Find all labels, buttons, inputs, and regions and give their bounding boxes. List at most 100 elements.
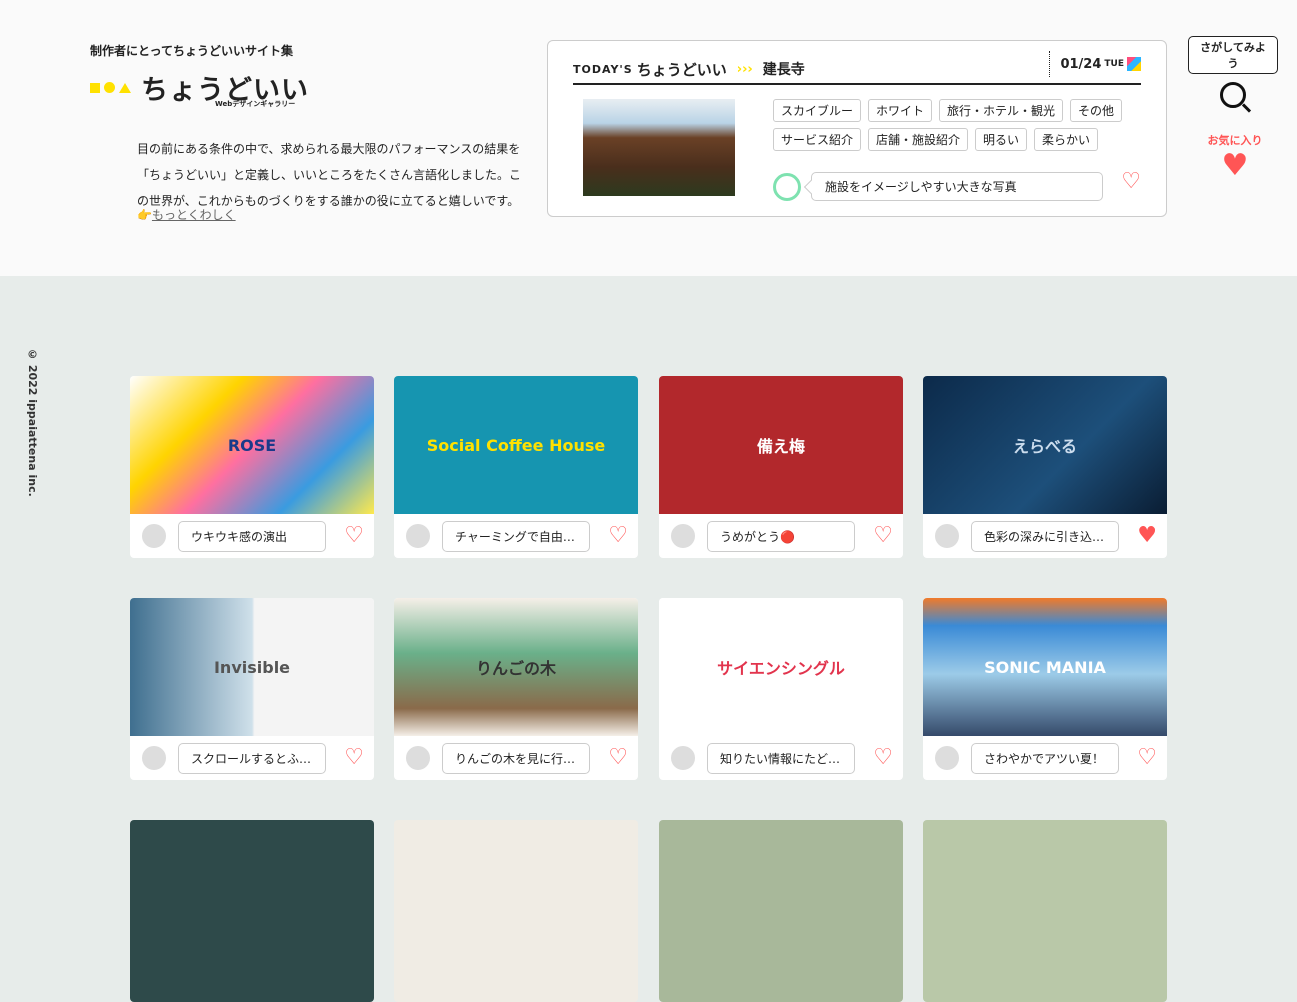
favorites-button[interactable]: お気に入り ♥ [1200,132,1270,184]
site-card[interactable] [394,820,638,1002]
avatar [140,522,168,550]
square-shape-icon [90,82,100,93]
thumbnail-text: サイエンシングル [717,659,845,678]
site-card[interactable]: サイエンシングル 知りたい情報にたどり着ける ♡ [659,598,903,780]
avatar [933,522,961,550]
site-card[interactable]: Social Coffee House チャーミングで自由な雰囲気 ♡ [394,376,638,558]
card-footer: りんごの木を見に行きたくなる ♡ [394,736,638,780]
site-thumbnail[interactable]: Social Coffee House [394,376,638,514]
site-tagline: 制作者にとってちょうどいいサイト集 [90,44,294,58]
heart-outline-icon[interactable]: ♡ [873,747,893,769]
thumbnail-text: えらべる [1012,437,1077,456]
site-card[interactable]: SONIC MANIA さわやかでアツい夏！ ♡ [923,598,1167,780]
tag[interactable]: スカイブルー [773,99,862,122]
card-footer: さわやかでアツい夏！ ♡ [923,736,1167,780]
todays-pick-header: TODAY'S ちょうどいい ››› 建長寺 01/24 TUE [573,51,1141,85]
triangle-shape-icon [119,82,131,93]
avatar [933,744,961,772]
thumbnail-text: 備え梅 [756,437,805,456]
comment-bubble: 色彩の深みに引き込まれる [971,520,1119,552]
thumbnail-text: りんごの木 [475,659,556,678]
comment-bubble: 知りたい情報にたどり着ける [707,742,855,774]
cube-icon [1127,57,1141,71]
site-thumbnail[interactable]: りんごの木 [394,598,638,736]
weekday: TUE [1104,59,1124,69]
heart-filled-icon[interactable]: ♥ [1137,525,1157,547]
comment-bubble: ウキウキ感の演出 [178,520,326,552]
site-card[interactable]: Invisible スクロールするとふわっと ♡ [130,598,374,780]
comment-bubble: スクロールするとふわっと [178,742,326,774]
today-date: 01/24 TUE [1049,51,1141,77]
card-footer: 色彩の深みに引き込まれる ♥ [923,514,1167,558]
arrows-icon: ››› [736,61,753,77]
card-footer: ウキウキ感の演出 ♡ [130,514,374,558]
site-card[interactable]: りんごの木 りんごの木を見に行きたくなる ♡ [394,598,638,780]
today-title: ちょうどいい [636,60,727,79]
todays-pick-card[interactable]: TODAY'S ちょうどいい ››› 建長寺 01/24 TUE スカイブルー ホワ… [547,40,1167,217]
more-link[interactable]: もっとくわしく [152,208,236,222]
tag[interactable]: 店舗・施設紹介 [868,128,969,151]
heart-outline-icon[interactable]: ♡ [608,747,628,769]
more-link-row: 👉もっとくわしく [137,206,236,223]
logo-subtitle: Webデザインギャラリー [215,100,296,108]
thumbnail-text: Invisible [213,657,291,677]
tag-list: スカイブルー ホワイト 旅行・ホテル・観光 その他サービス紹介 店舗・施設紹介 明るい 柔ら… [773,99,1133,151]
avatar [773,172,801,201]
heart-filled-icon: ♥ [1221,148,1249,183]
avatar [140,744,168,772]
today-label: TODAY'S [573,62,633,76]
tag[interactable]: ホワイト [868,99,933,122]
pointing-hand-icon: 👉 [137,208,152,222]
comment-bubble: りんごの木を見に行きたくなる [442,742,590,774]
heart-outline-icon[interactable]: ♡ [873,525,893,547]
card-footer: 知りたい情報にたどり着ける ♡ [659,736,903,780]
tag[interactable]: 柔らかい [1034,128,1099,151]
search-icon[interactable] [1220,82,1246,108]
heart-outline-icon[interactable]: ♡ [344,747,364,769]
favorites-label: お気に入り [1207,134,1263,147]
site-card[interactable]: ROSE ウキウキ感の演出 ♡ [130,376,374,558]
site-thumbnail[interactable]: SONIC MANIA [923,598,1167,736]
heart-outline-icon[interactable]: ♡ [344,525,364,547]
avatar [669,744,697,772]
site-card[interactable]: えらべる 色彩の深みに引き込まれる ♥ [923,376,1167,558]
avatar [669,522,697,550]
avatar [404,522,432,550]
site-card[interactable]: 備え梅 うめがとう🔴 ♡ [659,376,903,558]
comment-bubble: うめがとう🔴 [707,520,855,552]
site-description: 目の前にある条件の中で、求められる最大限のパフォーマンスの結果を「ちょうどいい」… [137,142,522,208]
thumbnail-text: SONIC MANIA [984,657,1106,677]
site-card[interactable] [659,820,903,1002]
card-footer: スクロールするとふわっと ♡ [130,736,374,780]
date-value: 01/24 [1060,56,1102,72]
site-thumbnail[interactable]: ROSE [130,376,374,514]
site-thumbnail[interactable]: Invisible [130,598,374,736]
heart-outline-icon[interactable]: ♡ [1121,171,1141,193]
card-footer: うめがとう🔴 ♡ [659,514,903,558]
card-footer: チャーミングで自由な雰囲気 ♡ [394,514,638,558]
site-thumbnail[interactable]: 備え梅 [659,376,903,514]
tag[interactable]: サービス紹介 [773,128,862,151]
thumbnail-text: Social Coffee House [426,435,606,455]
site-thumbnail[interactable]: サイエンシングル [659,598,903,736]
tag[interactable]: 明るい [975,128,1028,151]
tag[interactable]: その他 [1070,99,1123,122]
heart-outline-icon[interactable]: ♡ [608,525,628,547]
site-card[interactable] [130,820,374,1002]
today-comment: 施設をイメージしやすい大きな写真 [773,172,1103,201]
comment-bubble: 施設をイメージしやすい大きな写真 [811,172,1103,201]
search-tooltip: さがしてみよう [1188,36,1278,74]
comment-bubble: チャーミングで自由な雰囲気 [442,520,590,552]
copyright: © 2022 ippaiattena inc. [26,348,39,497]
today-site-name[interactable]: 建長寺 [763,59,805,79]
comment-bubble: さわやかでアツい夏！ [971,742,1119,774]
today-thumbnail[interactable] [583,99,735,196]
circle-shape-icon [104,82,115,93]
heart-outline-icon[interactable]: ♡ [1137,747,1157,769]
site-thumbnail[interactable]: えらべる [923,376,1167,514]
site-card[interactable] [923,820,1167,1002]
avatar [404,744,432,772]
tag[interactable]: 旅行・ホテル・観光 [939,99,1064,122]
search-button[interactable]: さがしてみよう [1188,36,1278,108]
thumbnail-text: ROSE [227,435,277,455]
